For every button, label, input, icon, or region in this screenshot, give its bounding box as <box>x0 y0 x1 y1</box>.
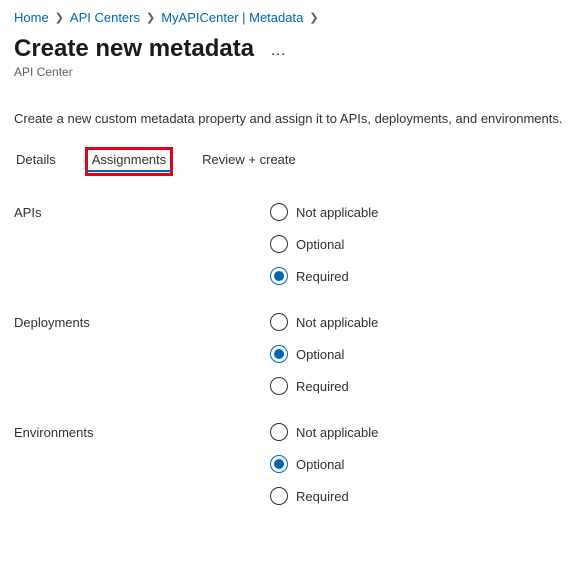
page-title: Create new metadata <box>14 35 254 63</box>
radio-icon <box>270 455 288 473</box>
radio-icon <box>270 267 288 285</box>
assignments-form: APIs Not applicable Optional Required De… <box>0 175 577 519</box>
radio-label: Not applicable <box>296 425 378 440</box>
radio-deployments-optional[interactable]: Optional <box>270 345 378 363</box>
chevron-right-icon: ❯ <box>309 11 318 24</box>
tab-assignments[interactable]: Assignments <box>86 148 172 175</box>
radio-icon <box>270 487 288 505</box>
radio-label: Required <box>296 489 349 504</box>
radio-apis-optional[interactable]: Optional <box>270 235 378 253</box>
radio-icon <box>270 313 288 331</box>
assignment-label-environments: Environments <box>14 423 270 505</box>
radio-label: Required <box>296 379 349 394</box>
chevron-right-icon: ❯ <box>146 11 155 24</box>
radio-icon <box>270 203 288 221</box>
radio-environments-optional[interactable]: Optional <box>270 455 378 473</box>
radio-environments-not-applicable[interactable]: Not applicable <box>270 423 378 441</box>
radio-label: Optional <box>296 347 344 362</box>
radio-label: Not applicable <box>296 205 378 220</box>
radio-apis-not-applicable[interactable]: Not applicable <box>270 203 378 221</box>
page-description: Create a new custom metadata property an… <box>0 79 577 126</box>
radio-label: Optional <box>296 237 344 252</box>
radio-group-apis: Not applicable Optional Required <box>270 203 378 285</box>
assignment-environments: Environments Not applicable Optional Req… <box>14 409 563 519</box>
page-subtitle: API Center <box>0 63 577 79</box>
radio-group-environments: Not applicable Optional Required <box>270 423 378 505</box>
radio-deployments-not-applicable[interactable]: Not applicable <box>270 313 378 331</box>
radio-group-deployments: Not applicable Optional Required <box>270 313 378 395</box>
radio-icon <box>270 423 288 441</box>
assignment-apis: APIs Not applicable Optional Required <box>14 189 563 299</box>
assignment-label-deployments: Deployments <box>14 313 270 395</box>
assignment-deployments: Deployments Not applicable Optional Requ… <box>14 299 563 409</box>
radio-icon <box>270 345 288 363</box>
breadcrumb-home[interactable]: Home <box>14 10 49 25</box>
radio-label: Not applicable <box>296 315 378 330</box>
radio-icon <box>270 377 288 395</box>
breadcrumb-api-centers[interactable]: API Centers <box>70 10 140 25</box>
chevron-right-icon: ❯ <box>55 11 64 24</box>
tab-review-create[interactable]: Review + create <box>200 148 298 175</box>
tab-details[interactable]: Details <box>14 148 58 175</box>
radio-icon <box>270 235 288 253</box>
radio-apis-required[interactable]: Required <box>270 267 378 285</box>
radio-label: Required <box>296 269 349 284</box>
radio-deployments-required[interactable]: Required <box>270 377 378 395</box>
breadcrumb-metadata[interactable]: MyAPICenter | Metadata <box>161 10 303 25</box>
breadcrumb: Home ❯ API Centers ❯ MyAPICenter | Metad… <box>0 0 577 29</box>
more-actions-button[interactable]: … <box>266 41 291 61</box>
radio-label: Optional <box>296 457 344 472</box>
assignment-label-apis: APIs <box>14 203 270 285</box>
tabs: Details Assignments Review + create <box>0 126 577 175</box>
radio-environments-required[interactable]: Required <box>270 487 378 505</box>
